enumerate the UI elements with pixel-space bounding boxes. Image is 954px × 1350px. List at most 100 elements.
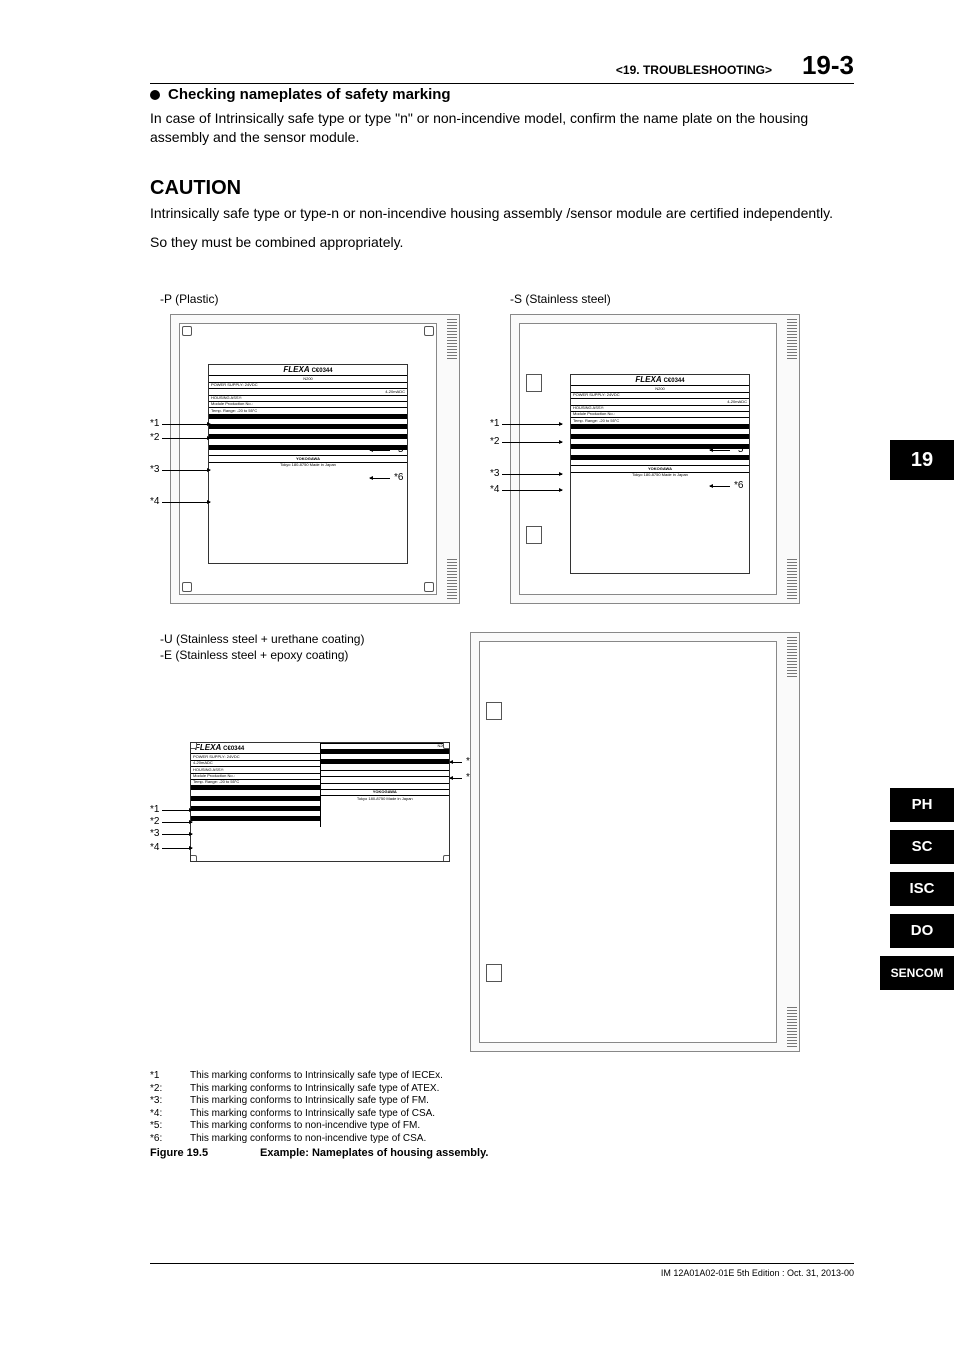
label-s: -S (Stainless steel): [510, 292, 611, 306]
pointer-label-4: *4: [150, 842, 159, 853]
pointer-label-3: *3: [490, 468, 499, 479]
footnote: *5:This marking conforms to non-incendiv…: [150, 1120, 488, 1133]
pointer-arrow: [710, 486, 730, 487]
page-footer: IM 12A01A02-01E 5th Edition : Oct. 31, 2…: [150, 1263, 854, 1278]
page-header: <19. TROUBLESHOOTING> 19-3: [150, 50, 854, 84]
pointer-arrow: [162, 438, 210, 439]
nameplate-brand: FLEXA: [283, 365, 309, 374]
page-number: 19-3: [802, 50, 854, 81]
panel-inner: FLEXA C€0344 N200 POWER SUPPLY: 24VDC 4-…: [519, 323, 777, 595]
nameplate-brand: FLEXA: [635, 375, 661, 384]
panel-back: [470, 632, 800, 1052]
vent-icon: [787, 319, 797, 359]
pointer-arrow: [162, 848, 192, 849]
footnotes: *1This marking conforms to Intrinsically…: [150, 1070, 488, 1161]
pointer-arrow: [162, 424, 210, 425]
nameplate-ce: C€0344: [664, 378, 685, 384]
pointer-label-2: *2: [150, 432, 159, 443]
pointer-arrow: [502, 442, 562, 443]
pointer-arrow: [162, 834, 192, 835]
intro-paragraph: In case of Intrinsically safe type or ty…: [150, 109, 854, 147]
section-heading: Checking nameplates of safety marking: [150, 86, 854, 103]
nameplate-s: FLEXA C€0344 N200 POWER SUPPLY: 24VDC 4-…: [570, 374, 750, 574]
pointer-arrow: [502, 424, 562, 425]
footnote: *3:This marking conforms to Intrinsicall…: [150, 1095, 488, 1108]
panel-p: FLEXA C€0344 N200 POWER SUPPLY: 24VDC 4-…: [170, 314, 460, 604]
figure-caption: Figure 19.5 Example: Nameplates of housi…: [150, 1147, 488, 1161]
nameplate-power: POWER SUPPLY: 24VDC: [573, 392, 620, 397]
pointer-label-1: *1: [150, 418, 159, 429]
footnote: *2:This marking conforms to Intrinsicall…: [150, 1083, 488, 1096]
mount-icon: [526, 526, 542, 544]
vent-icon: [787, 1007, 797, 1047]
nameplate-addr: Tokyo 180-8750 Made in Japan: [321, 795, 450, 801]
vent-icon: [787, 559, 797, 599]
section-heading-text: Checking nameplates of safety marking: [168, 86, 451, 103]
header-section: <19. TROUBLESHOOTING>: [616, 63, 772, 77]
pointer-arrow: [162, 810, 192, 811]
mount-icon: [486, 964, 502, 982]
nameplate-power: POWER SUPPLY: 24VDC: [211, 382, 258, 387]
nameplate-ce: C€0344: [312, 368, 333, 374]
pointer-label-2: *2: [490, 436, 499, 447]
panel-inner: FLEXA C€0344 N200 POWER SUPPLY: 24VDC 4-…: [179, 323, 437, 595]
nameplate-p: FLEXA C€0344 N200 POWER SUPPLY: 24VDC 4-…: [208, 364, 408, 564]
pointer-label-3: *3: [150, 828, 159, 839]
content-area: Checking nameplates of safety marking In…: [150, 86, 854, 1082]
tab-chapter-19[interactable]: 19: [890, 440, 954, 480]
pointer-arrow: [450, 762, 462, 763]
label-e: -E (Stainless steel + epoxy coating): [160, 648, 348, 662]
pointer-arrow: [162, 502, 210, 503]
pointer-label-4: *4: [490, 484, 499, 495]
pointer-label-1: *1: [150, 804, 159, 815]
vent-icon: [447, 319, 457, 359]
figure-number: Figure 19.5: [150, 1147, 260, 1161]
pointer-label-6: *6: [394, 472, 403, 483]
tab-sencom[interactable]: SENCOM: [880, 956, 954, 990]
vent-icon: [447, 559, 457, 599]
panel-inner: [479, 641, 777, 1043]
screw-icon: [443, 742, 450, 749]
caution-paragraph-2: So they must be combined appropriately.: [150, 233, 854, 252]
nameplate-ce: C€0344: [223, 746, 244, 752]
screw-icon: [190, 855, 197, 862]
pointer-label-5: *5: [394, 444, 403, 455]
figure-area: -P (Plastic) -S (Stainless steel) FLEXA …: [150, 292, 850, 1082]
nameplate-power: POWER SUPPLY: 24VDC: [193, 754, 240, 759]
caution-paragraph-1: Intrinsically safe type or type-n or non…: [150, 204, 854, 223]
tab-isc[interactable]: ISC: [890, 872, 954, 906]
pointer-arrow: [162, 822, 192, 823]
tab-do[interactable]: DO: [890, 914, 954, 948]
label-p: -P (Plastic): [160, 292, 218, 306]
screw-icon: [443, 855, 450, 862]
pointer-arrow: [710, 450, 730, 451]
screw-icon: [190, 742, 197, 749]
tab-ph[interactable]: PH: [890, 788, 954, 822]
pointer-label-4: *4: [150, 496, 159, 507]
pointer-arrow: [502, 474, 562, 475]
screw-icon: [424, 326, 434, 336]
pointer-label-2: *2: [150, 816, 159, 827]
mount-icon: [486, 702, 502, 720]
tab-sc[interactable]: SC: [890, 830, 954, 864]
pointer-arrow: [502, 490, 562, 491]
mount-icon: [526, 374, 542, 392]
nameplate-ue: FLEXA C€0344 POWER SUPPLY: 24VDC 4-20mAD…: [190, 742, 450, 862]
nameplate-addr: Tokyo 180-8750 Made in Japan: [571, 472, 749, 478]
bullet-icon: [150, 90, 160, 100]
pointer-arrow: [450, 778, 462, 779]
panel-s: FLEXA C€0344 N200 POWER SUPPLY: 24VDC 4-…: [510, 314, 800, 604]
screw-icon: [182, 326, 192, 336]
pointer-arrow: [370, 450, 390, 451]
pointer-label-1: *1: [490, 418, 499, 429]
pointer-label-6: *6: [734, 480, 743, 491]
pointer-arrow: [162, 470, 210, 471]
figure-title: Example: Nameplates of housing assembly.: [260, 1147, 488, 1161]
caution-heading: CAUTION: [150, 177, 854, 200]
pointer-arrow: [370, 478, 390, 479]
footnote: *6:This marking conforms to non-incendiv…: [150, 1133, 488, 1146]
screw-icon: [424, 582, 434, 592]
footnote: *4:This marking conforms to Intrinsicall…: [150, 1108, 488, 1121]
footnote: *1This marking conforms to Intrinsically…: [150, 1070, 488, 1083]
vent-icon: [787, 637, 797, 677]
